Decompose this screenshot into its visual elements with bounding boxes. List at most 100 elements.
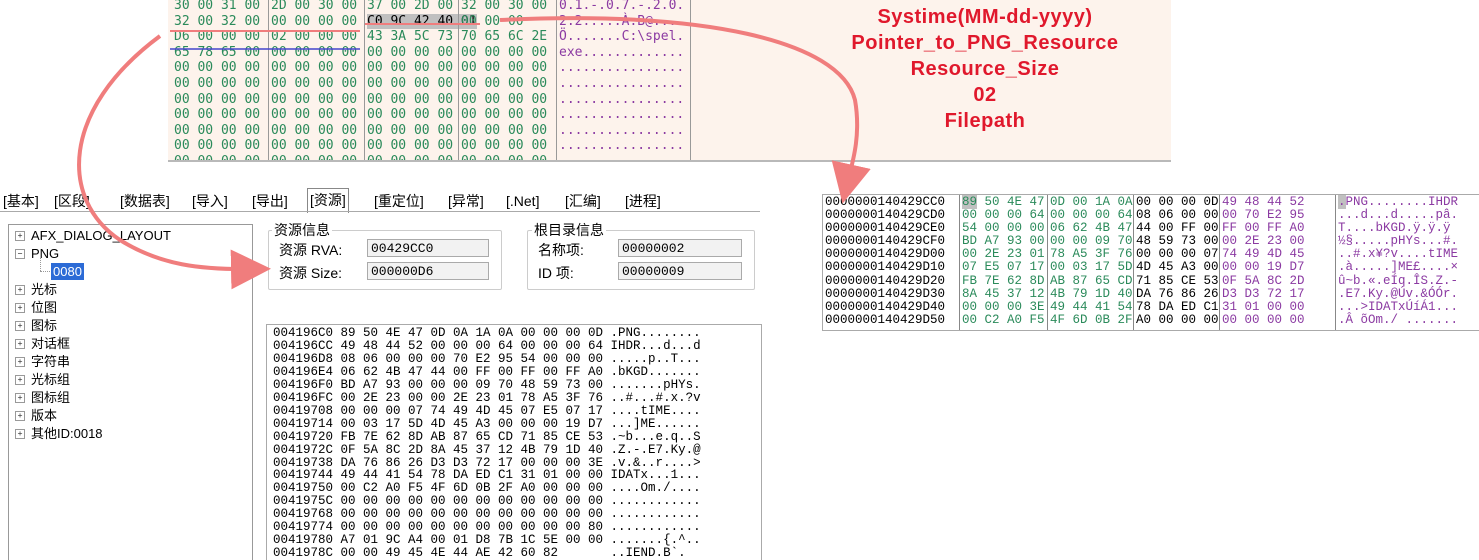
size-label: 资源 Size: — [279, 265, 343, 281]
tab-dotnet[interactable]: [.Net] — [504, 190, 541, 212]
tab-resources[interactable]: [资源] — [307, 188, 349, 213]
expand-icon[interactable]: + — [15, 411, 25, 421]
tab-exceptions[interactable]: [异常] — [446, 190, 486, 212]
hex-address: 0000000140429D10 — [825, 260, 946, 275]
id-items-field[interactable]: 00000009 — [618, 262, 742, 280]
tree-item-icon-group[interactable]: 图标组 — [31, 389, 70, 406]
tree-item-icon[interactable]: 图标 — [31, 317, 57, 334]
right-hex-col-2: 0D 00 1A 0A 00 00 00 64 06 62 4B 47 00 00 0… — [1050, 195, 1133, 327]
hex-cell: 78 DA ED C1 — [1136, 299, 1219, 314]
resource-hex-dump[interactable]: 004196C0 89 50 4E 47 0D 0A 1A 0A 00 00 0… — [266, 324, 762, 560]
ascii-cell: ................ — [559, 91, 685, 107]
tree-item-dialog[interactable]: 对话框 — [31, 335, 70, 352]
resource-info-title: 资源信息 — [272, 220, 332, 240]
expand-icon[interactable]: + — [15, 375, 25, 385]
ascii-cell: ................ — [559, 153, 685, 162]
hex-cell: 00 C2 A0 F5 — [962, 312, 1045, 327]
hex-cell: 00 00 00 00 — [271, 107, 358, 123]
tab-assembly[interactable]: [汇编] — [563, 190, 603, 212]
hex-cell: 00 00 00 00 — [461, 122, 548, 138]
tree-item-cursor-group[interactable]: 光标组 — [31, 371, 70, 388]
tree-item-0080[interactable]: 0080 — [51, 263, 84, 280]
hex-cell: 00 00 00 00 — [271, 60, 358, 76]
name-items-field[interactable]: 00000002 — [618, 239, 742, 257]
tree-item-cursor[interactable]: 光标 — [31, 281, 57, 298]
ascii-cell: ...>IDATxÚíÁ1... — [1338, 299, 1459, 314]
hex-line: 004196D8 08 06 00 00 00 70 E2 95 54 00 0… — [273, 351, 701, 366]
tree-item-other-id[interactable]: 其他ID:0018 — [31, 425, 103, 442]
hex-cell: 71 85 CE 53 — [1136, 273, 1219, 288]
expand-icon[interactable]: + — [15, 339, 25, 349]
hex-line: 004196F0 BD A7 93 00 00 00 09 70 48 59 7… — [273, 377, 701, 392]
rva-label: 资源 RVA: — [279, 242, 343, 258]
hex-cell: 00 00 00 00 — [461, 60, 548, 76]
expand-icon[interactable]: + — [15, 321, 25, 331]
hex-cell: 00 00 00 00 — [174, 75, 261, 91]
ascii-cell: .à.....]ME£....× — [1338, 260, 1459, 275]
expand-icon[interactable]: + — [15, 393, 25, 403]
ascii-cell: ................ — [559, 107, 685, 123]
tab-imports[interactable]: [导入] — [190, 190, 230, 212]
hex-cell: 00 00 00 00 — [461, 44, 548, 60]
ascii-cell: ................ — [559, 138, 685, 154]
ascii-cell: ................ — [559, 60, 685, 76]
tree-item-png[interactable]: PNG — [31, 245, 59, 262]
ascii-cell: ................ — [559, 122, 685, 138]
right-hex-col-4: 49 48 44 52 00 70 E2 95 FF 00 FF A0 00 2E 2… — [1222, 195, 1305, 327]
hex-cell: 4F 6D 0B 2F — [1050, 312, 1133, 327]
tree-item-string[interactable]: 字符串 — [31, 353, 70, 370]
hex-cell: 00 00 00 00 — [461, 107, 548, 123]
right-hex-col-3: 00 00 00 0D 08 06 00 00 44 00 FF 00 48 59 7… — [1136, 195, 1219, 327]
right-hex-addresses: 0000000140429CC0 0000000140429CD0 00000001… — [825, 195, 946, 327]
hex-cell: 00 00 00 00 — [174, 153, 261, 162]
hex-cell: A0 00 00 00 — [1136, 312, 1219, 327]
expand-icon[interactable]: + — [15, 429, 25, 439]
hex-cell: DA 76 86 26 — [1136, 286, 1219, 301]
ascii-cell: 2.2.....À.B@.... — [559, 13, 685, 29]
expand-icon[interactable]: + — [15, 303, 25, 313]
tab-relocations[interactable]: [重定位] — [372, 190, 426, 212]
hex-cell: AB 87 65 CD — [1050, 273, 1133, 288]
size-field[interactable]: 000000D6 — [367, 262, 489, 280]
right-hex-panel[interactable]: 0000000140429CC0 0000000140429CD0 00000001… — [822, 194, 1479, 331]
tab-exports[interactable]: [导出] — [250, 190, 290, 212]
hex-cell: 00 03 17 5D — [1050, 260, 1133, 275]
hex-cell: 00 00 00 00 — [271, 122, 358, 138]
hex-cell: 00 00 00 00 — [271, 44, 358, 60]
hex-cell: 00 00 00 00 — [174, 91, 261, 107]
resource-tree[interactable]: + AFX_DIALOG_LAYOUT − PNG 0080 + 光标 + 位图… — [8, 224, 253, 560]
hex-cell: 31 01 00 00 — [1222, 299, 1305, 314]
annotation-filepath: Filepath — [944, 110, 1026, 132]
tab-process[interactable]: [进程] — [623, 190, 663, 212]
expand-icon[interactable]: + — [15, 231, 25, 241]
hex-highlight: 89 — [962, 195, 978, 209]
tab-datatables[interactable]: [数据表] — [118, 190, 172, 212]
tree-item-version[interactable]: 版本 — [31, 407, 57, 424]
hex-line: 0041978C 00 00 49 45 4E 44 AE 42 60 82 .… — [273, 546, 686, 560]
hex-cell: 30 00 31 00 — [174, 0, 261, 13]
annotation-systime: Systime(MM-dd-yyyy) — [877, 6, 1093, 28]
top-hex-col-4: 32 00 30 00 00 00 00 70 65 6C 2E 00 00 00 0… — [461, 0, 548, 160]
rva-field[interactable]: 00429CC0 — [367, 239, 489, 257]
hex-line: 00419720 FB 7E 62 8D AB 87 65 CD 71 85 C… — [273, 429, 701, 444]
ascii-cell: 0.1.-.0.7.-.2.0. — [559, 0, 685, 13]
annotation-pointer: Pointer_to_PNG_Resource — [851, 32, 1119, 54]
expand-icon[interactable]: + — [15, 357, 25, 367]
id-items-label: ID 项: — [538, 265, 574, 281]
collapse-icon[interactable]: − — [15, 249, 25, 259]
tree-item-afx-dialog-layout[interactable]: AFX_DIALOG_LAYOUT — [31, 227, 171, 244]
hex-cell: 00 00 00 00 — [271, 138, 358, 154]
hex-cell: 00 00 00 — [461, 13, 524, 29]
tab-basic[interactable]: [基本] — [1, 190, 41, 212]
hex-cell: 00 00 00 00 — [174, 122, 261, 138]
tree-item-bitmap[interactable]: 位图 — [31, 299, 57, 316]
ascii-cell: .E7.Ky.@Úv.&ÓÓr. — [1338, 286, 1459, 301]
hex-cell: FB 7E 62 8D — [962, 273, 1045, 288]
annotation-size: Resource_Size — [910, 58, 1060, 80]
hex-cell: 00 00 00 00 — [174, 60, 261, 76]
hex-line: 0041972C 0F 5A 8C 2D 8A 45 37 12 4B 79 1… — [273, 442, 701, 457]
tab-sections[interactable]: [区段] — [52, 190, 92, 212]
hex-cell: 00 00 00 00 — [461, 138, 548, 154]
hex-cell: 70 65 6C 2E — [461, 29, 548, 45]
expand-icon[interactable]: + — [15, 285, 25, 295]
